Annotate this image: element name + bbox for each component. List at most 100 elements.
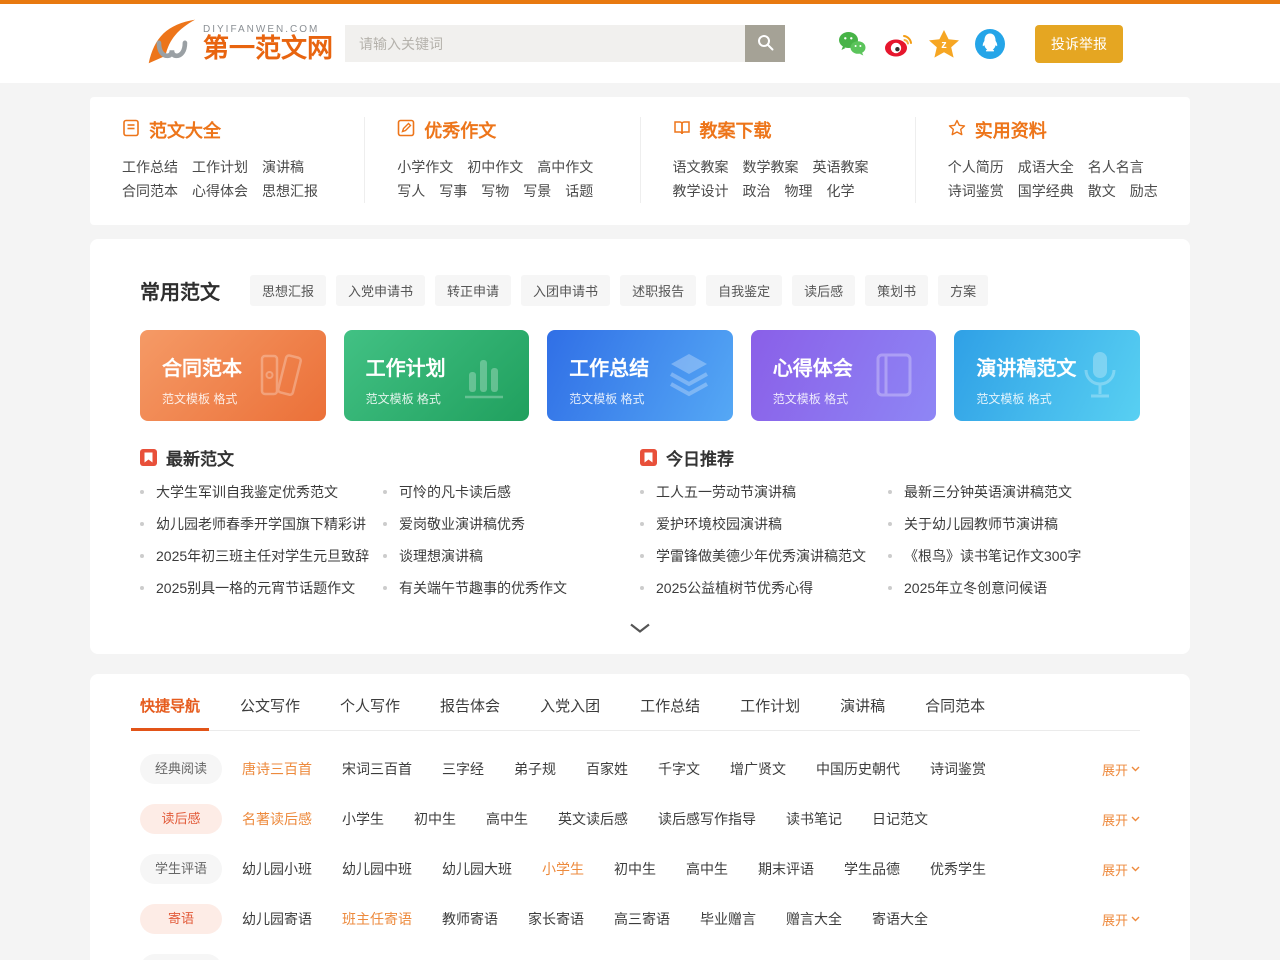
article-link[interactable]: 2025别具一格的元宵节话题作文 [140,572,383,604]
quick-link[interactable]: 高中生 [486,809,528,829]
quick-link[interactable]: 幼儿园大班 [442,859,512,879]
row-label[interactable]: 寄语 [140,904,222,934]
quick-link[interactable]: 小学生 [342,809,384,829]
quick-link[interactable]: 千字文 [658,759,700,779]
section-expand-toggle[interactable] [140,604,1140,644]
tab-work-plan[interactable]: 工作计划 [740,695,800,730]
tag[interactable]: 思想汇报 [250,275,327,306]
article-link[interactable]: 可怜的凡卡读后感 [383,476,640,508]
qzone-icon[interactable]: z [929,29,960,59]
nav-link[interactable]: 语文教案 [673,159,729,175]
quick-link[interactable]: 唐诗三百首 [242,759,312,779]
wechat-icon[interactable] [837,29,867,59]
quick-link[interactable]: 幼儿园小班 [242,859,312,879]
nav-link[interactable]: 演讲稿 [262,159,304,175]
article-link[interactable]: 爱护环境校园演讲稿 [640,508,888,540]
row-label[interactable]: 读后感 [140,804,222,834]
qq-icon[interactable] [975,28,1006,59]
article-link[interactable]: 爱岗敬业演讲稿优秀 [383,508,640,540]
quick-link[interactable]: 初中生 [614,859,656,879]
quick-link[interactable]: 英文读后感 [558,809,628,829]
quick-link[interactable]: 班主任寄语 [342,909,412,929]
nav-link[interactable]: 写物 [481,183,509,199]
quick-link[interactable]: 毕业赠言 [700,909,756,929]
quick-link[interactable]: 期末评语 [758,859,814,879]
article-link[interactable]: 幼儿园老师春季开学国旗下精彩讲 [140,508,383,540]
tag[interactable]: 方案 [938,275,989,306]
nav-link[interactable]: 心得体会 [192,183,248,199]
expand-button[interactable]: 展开 [1102,760,1140,779]
nav-column-title[interactable]: 优秀作文 [424,117,496,143]
quick-link[interactable]: 幼儿园寄语 [242,909,312,929]
nav-link[interactable]: 初中作文 [467,159,523,175]
nav-link[interactable]: 教学设计 [673,183,729,199]
quick-link[interactable]: 百家姓 [586,759,628,779]
nav-link[interactable]: 国学经典 [1018,183,1074,199]
tab-quick-nav[interactable]: 快捷导航 [130,695,210,731]
tag[interactable]: 自我鉴定 [706,275,783,306]
quick-link[interactable]: 赠言大全 [786,909,842,929]
nav-link[interactable]: 数学教案 [743,159,799,175]
search-button[interactable] [745,25,786,62]
quick-link[interactable]: 日记范文 [872,809,928,829]
nav-link[interactable]: 写事 [439,183,467,199]
tag[interactable]: 述职报告 [620,275,697,306]
tab-personal-writing[interactable]: 个人写作 [340,695,400,730]
article-link[interactable]: 谈理想演讲稿 [383,540,640,572]
tab-contract[interactable]: 合同范本 [925,695,985,730]
expand-button[interactable]: 展开 [1102,860,1140,879]
expand-button[interactable]: 展开 [1102,910,1140,929]
nav-link[interactable]: 小学作文 [397,159,453,175]
article-link[interactable]: 大学生军训自我鉴定优秀范文 [140,476,383,508]
nav-link[interactable]: 散文 [1088,183,1116,199]
nav-link[interactable]: 工作计划 [192,159,248,175]
row-label[interactable]: 祝福语 [140,954,222,960]
quick-link[interactable]: 高三寄语 [614,909,670,929]
quick-link[interactable]: 教师寄语 [442,909,498,929]
nav-link[interactable]: 化学 [827,183,855,199]
quick-link[interactable]: 宋词三百首 [342,759,412,779]
quick-link[interactable]: 幼儿园中班 [342,859,412,879]
article-link[interactable]: 2025年立冬创意问候语 [888,572,1140,604]
tag[interactable]: 读后感 [792,275,856,306]
quick-link[interactable]: 读书笔记 [786,809,842,829]
nav-link[interactable]: 政治 [743,183,771,199]
nav-link[interactable]: 诗词鉴赏 [948,183,1004,199]
quick-link[interactable]: 名著读后感 [242,809,312,829]
nav-link[interactable]: 工作总结 [122,159,178,175]
nav-column-title[interactable]: 范文大全 [149,117,221,143]
tab-official-writing[interactable]: 公文写作 [240,695,300,730]
nav-link[interactable]: 物理 [785,183,813,199]
tag[interactable]: 入党申请书 [336,275,426,306]
card-contract-template[interactable]: 合同范本 范文模板 格式 [140,330,326,421]
card-speech[interactable]: 演讲稿范文 范文模板 格式 [954,330,1140,421]
search-input[interactable] [345,25,746,62]
nav-link[interactable]: 英语教案 [813,159,869,175]
article-link[interactable]: 有关端午节趣事的优秀作文 [383,572,640,604]
quick-link[interactable]: 学生品德 [844,859,900,879]
quick-link[interactable]: 初中生 [414,809,456,829]
tab-speech[interactable]: 演讲稿 [840,695,885,730]
quick-link[interactable]: 中国历史朝代 [816,759,900,779]
quick-link[interactable]: 三字经 [442,759,484,779]
article-link[interactable]: 2025公益植树节优秀心得 [640,572,888,604]
tag[interactable]: 入团申请书 [521,275,611,306]
card-work-summary[interactable]: 工作总结 范文模板 格式 [547,330,733,421]
article-link[interactable]: 关于幼儿园教师节演讲稿 [888,508,1140,540]
quick-link[interactable]: 高中生 [686,859,728,879]
quick-link[interactable]: 家长寄语 [528,909,584,929]
nav-link[interactable]: 个人简历 [948,159,1004,175]
nav-column-title[interactable]: 实用资料 [975,117,1047,143]
nav-link[interactable]: 名人名言 [1088,159,1144,175]
tab-work-summary[interactable]: 工作总结 [640,695,700,730]
article-link[interactable]: 最新三分钟英语演讲稿范文 [888,476,1140,508]
site-logo[interactable]: DIYIFANWEN.COM 第一范文网 [145,16,333,71]
tag[interactable]: 转正申请 [435,275,512,306]
article-link[interactable]: 2025年初三班主任对学生元旦致辞 [140,540,383,572]
nav-link[interactable]: 写景 [523,183,551,199]
nav-column-title[interactable]: 教案下载 [700,117,772,143]
row-label[interactable]: 经典阅读 [140,754,222,784]
tag[interactable]: 策划书 [865,275,929,306]
nav-link[interactable]: 高中作文 [537,159,593,175]
card-work-plan[interactable]: 工作计划 范文模板 格式 [343,330,530,421]
